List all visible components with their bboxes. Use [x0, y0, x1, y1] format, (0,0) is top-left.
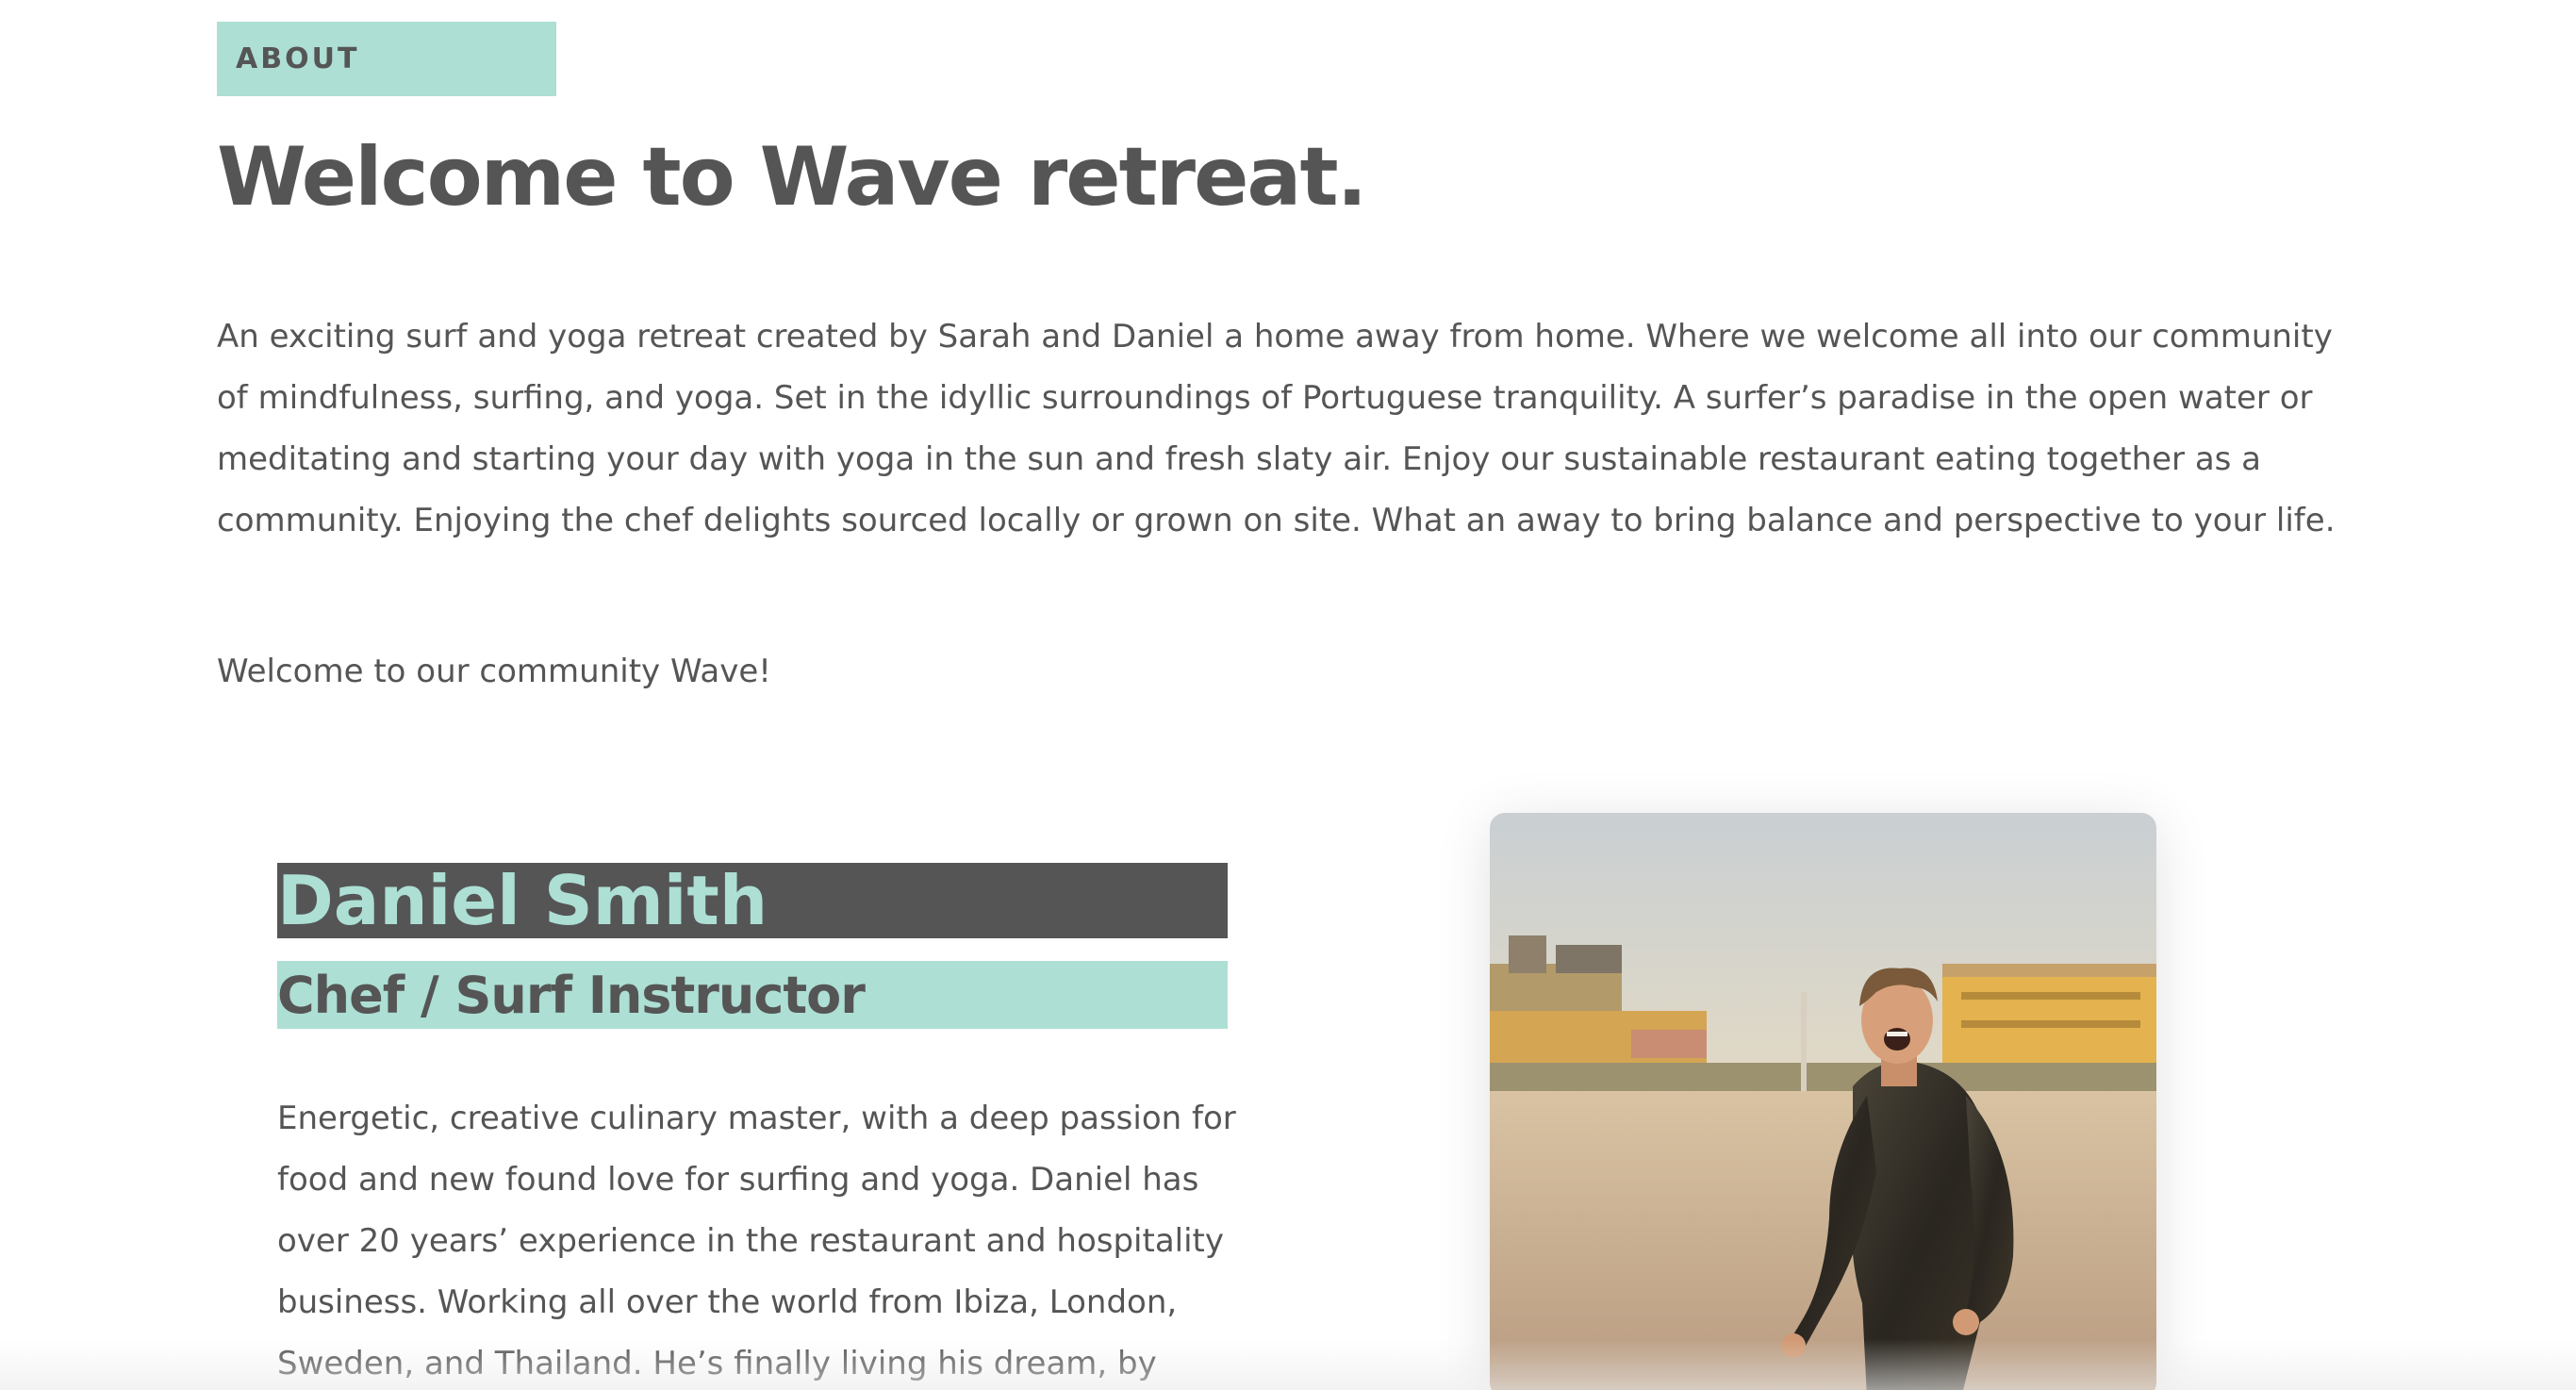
profile-bio: Energetic, creative culinary master, wit…	[277, 1100, 1236, 1382]
section-tag-about: ABOUT	[217, 22, 556, 96]
section-tag-label: ABOUT	[236, 42, 360, 75]
page-title: Welcome to Wave retreat.	[217, 130, 1367, 224]
beach-photo-illustration	[1490, 813, 2156, 1390]
profile-role-banner: Chef / Surf Instructor	[277, 961, 1228, 1029]
about-page: ABOUT Welcome to Wave retreat. An exciti…	[0, 0, 2576, 1390]
profile-role: Chef / Surf Instructor	[277, 965, 866, 1025]
intro-paragraph: An exciting surf and yoga retreat create…	[217, 318, 2336, 539]
welcome-line: Welcome to our community Wave!	[217, 653, 771, 690]
profile-name: Daniel Smith	[277, 863, 768, 938]
profile-name-banner: Daniel Smith	[277, 863, 1228, 938]
profile-photo	[1490, 813, 2156, 1390]
